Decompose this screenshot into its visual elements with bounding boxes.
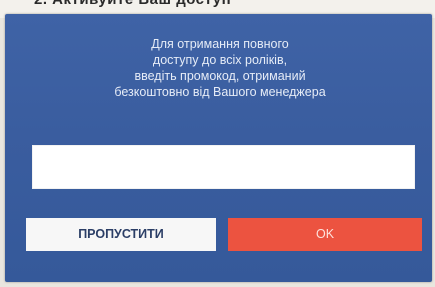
ok-button[interactable]: OK	[228, 218, 422, 251]
dialog-message: Для отримання повного доступу до всіх ро…	[114, 37, 326, 99]
skip-button[interactable]: ПРОПУСТИТИ	[26, 218, 216, 251]
promo-code-dialog: Для отримання повного доступу до всіх ро…	[5, 14, 432, 282]
cropped-header-text: 2. Активуйте Ваш доступ	[34, 0, 231, 8]
promo-code-input[interactable]	[32, 145, 415, 189]
